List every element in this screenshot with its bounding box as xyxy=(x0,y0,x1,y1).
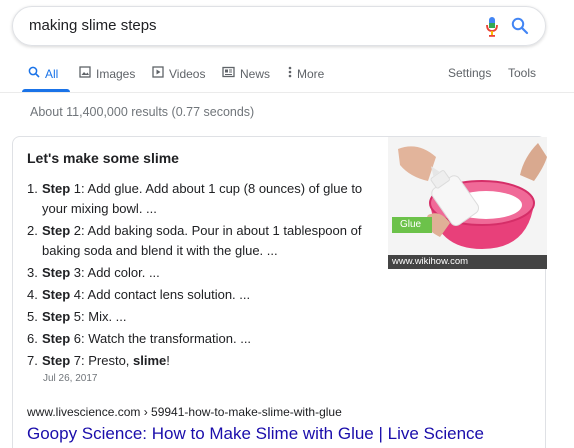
tab-news[interactable]: News xyxy=(222,66,270,81)
settings-link[interactable]: Settings xyxy=(448,66,491,80)
more-vert-icon xyxy=(288,66,292,81)
tab-label: All xyxy=(45,66,59,81)
steps-list: 1. Step 1: Add glue. Add about 1 cup (8 o… xyxy=(27,179,377,373)
snippet-heading: Let's make some slime xyxy=(27,150,179,166)
tools-label: Tools xyxy=(508,66,537,80)
divider xyxy=(0,92,574,93)
search-input[interactable]: making slime steps xyxy=(29,17,157,34)
step-number: 6. xyxy=(27,331,38,346)
step-keyword: slime xyxy=(133,353,167,368)
list-item: 3. Step 3: Add color. ... xyxy=(27,263,377,283)
settings-label: Settings xyxy=(448,66,492,80)
image-label: Glue xyxy=(400,219,422,230)
search-icon xyxy=(28,66,40,81)
list-item: 2. Step 2: Add baking soda. Pour in about… xyxy=(27,221,377,261)
tab-images[interactable]: Images xyxy=(79,66,135,81)
step-text: 3: Add color. ... xyxy=(70,265,160,280)
list-item: 7. Step 7: Presto, slime! xyxy=(27,351,377,371)
image-icon xyxy=(79,66,91,81)
step-keyword: Step xyxy=(42,331,71,346)
tab-label: Images xyxy=(96,66,136,81)
list-item: 4. Step 4: Add contact lens solution. ... xyxy=(27,285,377,305)
step-text: 5: Mix. ... xyxy=(70,309,127,324)
tab-label: More xyxy=(297,66,325,81)
tools-link[interactable]: Tools xyxy=(508,66,536,80)
snippet-image[interactable]: Glue www.wikihow.com xyxy=(388,137,547,269)
step-number: 3. xyxy=(27,265,38,280)
step-number: 4. xyxy=(27,287,38,302)
tab-label: News xyxy=(240,66,271,81)
step-keyword: Step xyxy=(42,223,71,238)
microphone-icon[interactable] xyxy=(485,16,499,43)
step-text: 1: Add glue. Add about 1 cup (8 ounces) … xyxy=(42,181,363,216)
step-text: 7: Presto, xyxy=(70,353,134,368)
step-text: ! xyxy=(166,353,170,368)
step-text: 6: Watch the transformation. ... xyxy=(70,331,252,346)
image-caption: www.wikihow.com xyxy=(388,255,547,269)
featured-snippet: Let's make some slime 1. Step 1: Add glue… xyxy=(12,136,547,448)
list-item: 1. Step 1: Add glue. Add about 1 cup (8 o… xyxy=(27,179,377,219)
step-keyword: Step xyxy=(42,287,71,302)
result-stats: About 11,400,000 results (0.77 seconds) xyxy=(30,105,255,119)
slime-bowl-illustration xyxy=(388,137,547,269)
list-item: 6. Step 6: Watch the transformation. ... xyxy=(27,329,377,349)
step-keyword: Step xyxy=(42,353,71,368)
play-icon xyxy=(152,66,164,81)
list-item: 5. Step 5: Mix. ... xyxy=(27,307,377,327)
step-number: 2. xyxy=(27,223,38,238)
tab-more[interactable]: More xyxy=(288,66,324,81)
result-title-link[interactable]: Goopy Science: How to Make Slime with Gl… xyxy=(27,424,484,444)
source-url[interactable]: www.livescience.com › 59941-how-to-make-… xyxy=(27,405,342,419)
step-number: 7. xyxy=(27,353,38,368)
tab-all[interactable]: All xyxy=(28,66,58,81)
news-icon xyxy=(222,66,235,81)
step-keyword: Step xyxy=(42,309,71,324)
step-text: 4: Add contact lens solution. ... xyxy=(70,287,251,302)
search-box[interactable]: making slime steps xyxy=(12,6,546,46)
search-icon[interactable] xyxy=(511,17,529,40)
snippet-date: Jul 26, 2017 xyxy=(43,373,98,384)
tab-videos[interactable]: Videos xyxy=(152,66,205,81)
search-tabs: All Images Videos News More Settings Too… xyxy=(0,60,574,92)
step-text: 2: Add baking soda. Pour in about 1 tabl… xyxy=(42,223,362,258)
step-number: 5. xyxy=(27,309,38,324)
step-keyword: Step xyxy=(42,265,71,280)
step-number: 1. xyxy=(27,181,38,196)
step-keyword: Step xyxy=(42,181,71,196)
tab-label: Videos xyxy=(169,66,206,81)
